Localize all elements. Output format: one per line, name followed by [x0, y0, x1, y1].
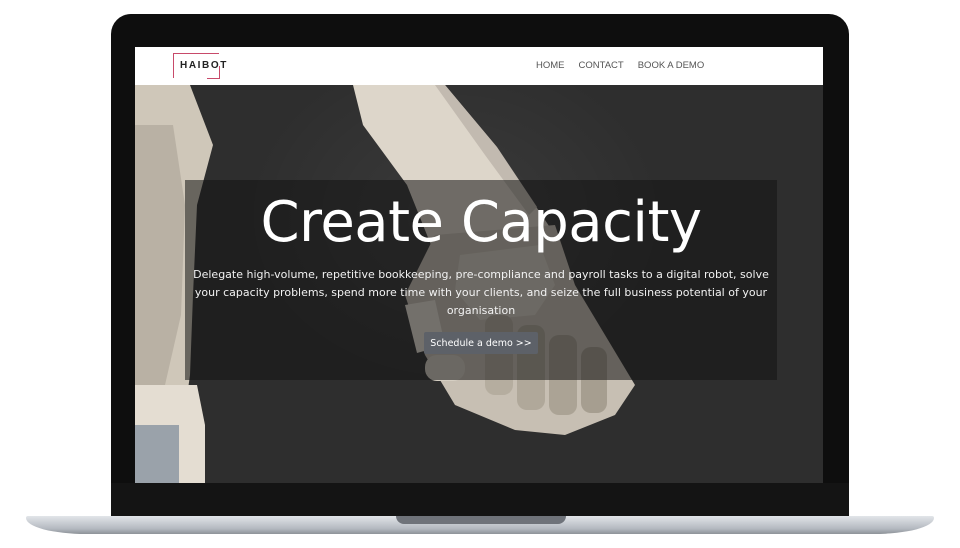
- schedule-demo-button[interactable]: Schedule a demo >>: [424, 332, 538, 354]
- laptop-chin: [111, 483, 849, 518]
- hero-description: Delegate high-volume, repetitive bookkee…: [193, 268, 769, 317]
- nav-contact-link[interactable]: CONTACT: [579, 60, 624, 71]
- site-logo[interactable]: HAIBOT: [173, 53, 226, 79]
- nav-book-demo-link[interactable]: BOOK A DEMO: [638, 60, 705, 71]
- nav-home-link[interactable]: HOME: [536, 60, 565, 71]
- hero-title: Create Capacity: [260, 190, 702, 255]
- nav-links: HOME CONTACT BOOK A DEMO: [536, 60, 704, 71]
- hero-section: Create Capacity Delegate high-volume, re…: [135, 85, 823, 483]
- laptop-screen: HAIBOT HOME CONTACT BOOK A DEMO Create C…: [135, 47, 823, 483]
- logo-text: HAIBOT: [180, 60, 228, 71]
- hero-panel: Create Capacity Delegate high-volume, re…: [185, 180, 777, 380]
- site-navbar: HAIBOT HOME CONTACT BOOK A DEMO: [135, 47, 823, 85]
- laptop-notch: [396, 516, 566, 524]
